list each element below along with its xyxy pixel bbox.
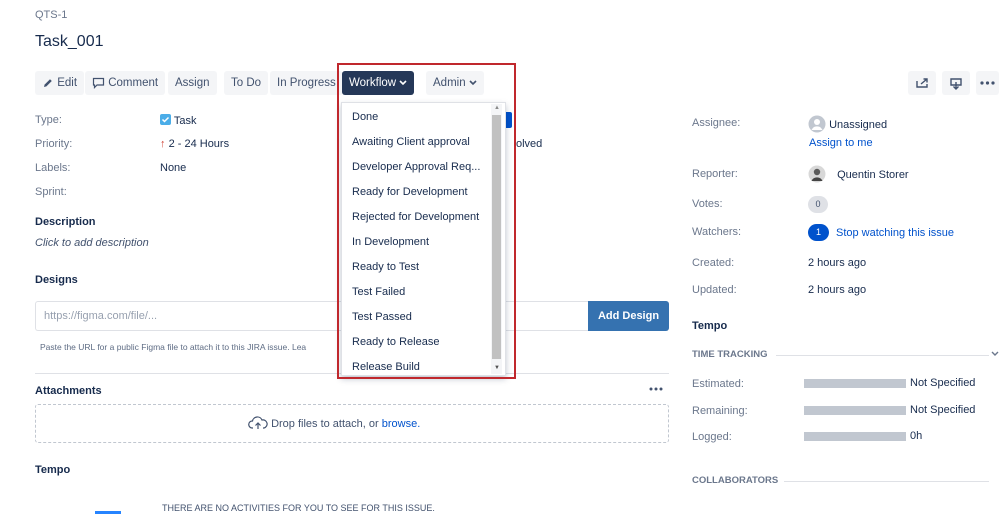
priority-arrow-icon: ↑ <box>160 138 166 150</box>
in-progress-button[interactable]: In Progress <box>270 71 343 95</box>
type-text: Task <box>173 115 197 127</box>
edit-label: Edit <box>57 77 78 89</box>
tempo-empty-text: THERE ARE NO ACTIVITIES FOR YOU TO SEE F… <box>162 503 435 513</box>
comment-button[interactable]: Comment <box>85 71 166 95</box>
figma-url-placeholder: https://figma.com/file/... <box>44 310 158 322</box>
reporter-text: Quentin Storer <box>837 169 909 181</box>
labels-value[interactable]: None <box>160 162 186 174</box>
votes-badge[interactable]: 0 <box>808 196 828 213</box>
priority-label: Priority: <box>35 138 73 150</box>
browse-link[interactable]: browse. <box>382 418 421 430</box>
pencil-icon <box>44 79 52 87</box>
edit-button[interactable]: Edit <box>35 71 85 95</box>
priority-text: 2 - 24 Hours <box>168 138 230 150</box>
votes-label: Votes: <box>692 198 723 210</box>
watchers-badge[interactable]: 1 <box>808 224 829 241</box>
reporter-label: Reporter: <box>692 168 738 180</box>
chevron-down-icon <box>991 351 999 356</box>
dropzone-text: Drop files to attach, or <box>271 418 379 430</box>
tempo-right-heading: Tempo <box>692 320 728 332</box>
todo-button[interactable]: To Do <box>224 71 269 95</box>
created-label: Created: <box>692 257 735 269</box>
share-icon <box>916 78 928 88</box>
attachments-more-button[interactable] <box>646 381 666 397</box>
more-icon <box>980 81 995 85</box>
export-icon <box>950 78 962 90</box>
labels-label: Labels: <box>35 162 71 174</box>
highlight-box <box>337 63 516 379</box>
estimated-value: Not Specified <box>910 377 976 389</box>
assign-button[interactable]: Assign <box>168 71 217 95</box>
tempo-heading: Tempo <box>35 464 71 476</box>
updated-label: Updated: <box>692 284 737 296</box>
collaborators-heading: COLLABORATORS <box>692 475 779 486</box>
add-design-button[interactable]: Add Design <box>588 301 669 331</box>
resolution-value: olved <box>516 138 543 150</box>
estimated-label: Estimated: <box>692 378 744 390</box>
remaining-value: Not Specified <box>910 404 976 416</box>
task-icon <box>160 114 171 125</box>
priority-value: ↑ 2 - 24 Hours <box>160 138 229 150</box>
remaining-label: Remaining: <box>692 405 748 417</box>
issue-title[interactable]: Task_001 <box>35 33 104 51</box>
divider <box>784 481 989 482</box>
sprint-label: Sprint: <box>35 186 67 198</box>
assign-to-me-link[interactable]: Assign to me <box>809 137 873 149</box>
time-tracking-heading: TIME TRACKING <box>692 349 768 360</box>
type-label: Type: <box>35 114 62 126</box>
assignee-text: Unassigned <box>829 119 888 131</box>
export-button[interactable] <box>942 71 970 95</box>
more-actions-button[interactable] <box>976 71 999 95</box>
description-field[interactable]: Click to add description <box>35 237 149 249</box>
logged-bar <box>804 432 906 441</box>
attachments-heading: Attachments <box>35 385 102 397</box>
designs-heading: Designs <box>35 274 78 286</box>
logged-value: 0h <box>910 430 923 442</box>
attachment-dropzone[interactable]: Drop files to attach, or browse. <box>35 404 669 443</box>
remaining-bar <box>804 406 906 415</box>
estimated-bar <box>804 379 906 388</box>
updated-value: 2 hours ago <box>808 284 867 296</box>
avatar <box>808 165 826 183</box>
comment-icon <box>92 77 105 89</box>
avatar-unassigned-icon <box>808 115 826 133</box>
created-value: 2 hours ago <box>808 257 867 269</box>
assignee-value[interactable]: Unassigned <box>808 115 887 133</box>
more-icon <box>649 387 663 391</box>
time-tracking-toggle-icon[interactable] <box>991 349 999 359</box>
reporter-value[interactable]: Quentin Storer <box>808 165 909 183</box>
watchers-label: Watchers: <box>692 226 742 238</box>
stop-watching-link[interactable]: Stop watching this issue <box>836 227 954 239</box>
share-button[interactable] <box>908 71 936 95</box>
type-value: Task <box>160 114 196 127</box>
designs-help-text: Paste the URL for a public Figma file to… <box>40 342 307 352</box>
issue-key[interactable]: QTS-1 <box>35 9 67 21</box>
logged-label: Logged: <box>692 431 732 443</box>
upload-cloud-icon <box>248 416 268 429</box>
description-heading: Description <box>35 216 96 228</box>
assignee-label: Assignee: <box>692 117 741 129</box>
divider <box>776 355 989 356</box>
comment-label: Comment <box>108 77 159 89</box>
